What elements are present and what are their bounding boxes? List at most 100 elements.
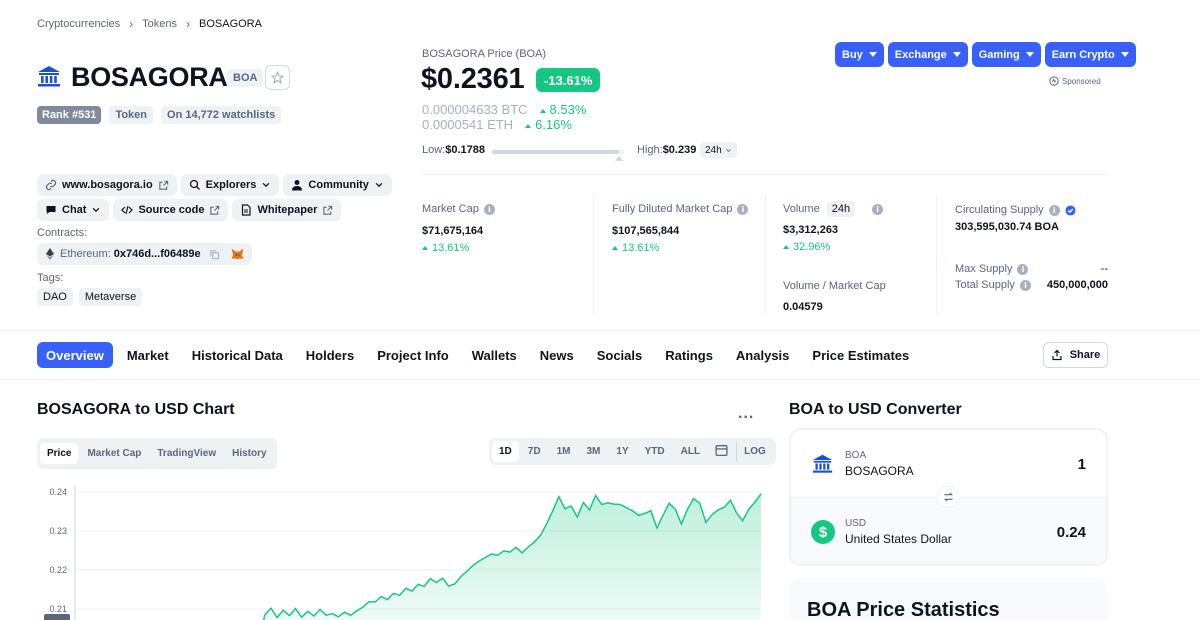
info-icon[interactable]: i [1017, 263, 1029, 275]
range-1y[interactable]: 1Y [609, 441, 635, 462]
chart-tab-price[interactable]: Price [40, 443, 79, 464]
range-period-dropdown[interactable]: 24h [700, 142, 737, 158]
exchange-button[interactable]: Exchange [887, 42, 968, 67]
circulating-supply-label-text: Circulating Supply [955, 204, 1044, 216]
swap-button[interactable] [937, 486, 959, 508]
metamask-fox-icon[interactable] [231, 248, 244, 260]
price-point [429, 578, 431, 580]
to-amount[interactable]: 0.24 [1057, 524, 1086, 541]
chart-tab-tradingview[interactable]: TradingView [150, 443, 223, 464]
community-label: Community [308, 179, 369, 191]
tab-historical-data[interactable]: Historical Data [183, 342, 292, 368]
volume-change: 32.96% [783, 241, 883, 253]
price-point [717, 509, 719, 511]
total-supply-label-text: Total Supply [955, 279, 1015, 291]
gaming-button[interactable]: Gaming [971, 42, 1041, 67]
price-point [374, 601, 376, 603]
price-point [288, 615, 290, 617]
chat-dropdown[interactable]: Chat [37, 199, 110, 221]
price-point [699, 502, 701, 504]
from-amount[interactable]: 1 [1078, 456, 1086, 473]
range-1d[interactable]: 1D [492, 441, 519, 462]
external-link-icon [323, 205, 333, 215]
chevron-right-icon: › [186, 17, 190, 31]
breadcrumb: Cryptocurrencies › Tokens › BOSAGORA [37, 17, 262, 31]
tab-overview[interactable]: Overview [37, 342, 113, 368]
breadcrumb-current: BOSAGORA [199, 18, 262, 30]
tag-chip[interactable]: DAO [37, 288, 73, 306]
source-code-link[interactable]: Source code [113, 199, 229, 221]
price-point [368, 601, 370, 603]
coin-logo [37, 64, 61, 88]
price-point [497, 554, 499, 556]
range-7d[interactable]: 7D [521, 441, 548, 462]
volume-period-badge[interactable]: 24h [826, 201, 856, 217]
price-area-fill [263, 494, 761, 620]
explorers-dropdown[interactable]: Explorers [180, 174, 280, 196]
whitepaper-link[interactable]: Whitepaper [232, 199, 342, 221]
breadcrumb-tokens[interactable]: Tokens [142, 18, 177, 30]
range-3m[interactable]: 3M [580, 441, 608, 462]
log-scale-button[interactable]: LOG [736, 441, 773, 462]
price-point [509, 551, 511, 553]
calendar-button[interactable] [709, 441, 734, 462]
info-icon[interactable]: i [737, 203, 749, 215]
price-change: -13.61% [544, 72, 593, 88]
chart-tab-history[interactable]: History [225, 443, 273, 464]
tab-analysis[interactable]: Analysis [727, 342, 798, 368]
tag-chip[interactable]: Metaverse [78, 288, 143, 306]
tab-wallets[interactable]: Wallets [463, 342, 526, 368]
tab-market[interactable]: Market [118, 342, 178, 368]
vol-mcap-value: 0.04579 [783, 301, 823, 313]
buy-button[interactable]: Buy [835, 42, 884, 67]
whitepaper-label: Whitepaper [257, 204, 318, 216]
price-point [484, 556, 486, 559]
price-point [656, 527, 658, 529]
range-1m[interactable]: 1M [550, 441, 578, 462]
tab-socials[interactable]: Socials [588, 342, 652, 368]
chevron-right-icon: › [129, 17, 134, 31]
tab-ratings[interactable]: Ratings [656, 342, 722, 368]
tab-project-info[interactable]: Project Info [368, 342, 458, 368]
info-icon[interactable]: i [1048, 204, 1060, 216]
price-point [356, 610, 358, 612]
y-tick-label: 0.22 [49, 565, 67, 575]
info-icon[interactable]: i [872, 203, 884, 215]
price-point [570, 505, 572, 507]
share-button[interactable]: Share [1043, 342, 1108, 368]
btc-price: 0.000004633 BTC [422, 102, 528, 117]
price-point [411, 590, 413, 592]
earn-crypto-button[interactable]: Earn Crypto [1044, 42, 1136, 67]
contract-pill[interactable]: Ethereum: 0x746d...f06489e [37, 243, 252, 265]
chevron-down-icon [375, 182, 383, 188]
price-point [533, 541, 535, 543]
chart-tab-market-cap[interactable]: Market Cap [80, 443, 148, 464]
to-name: United States Dollar [845, 532, 952, 546]
btc-change-value: 8.53% [549, 102, 587, 117]
tab-price-estimates[interactable]: Price Estimates [803, 342, 918, 368]
tab-holders[interactable]: Holders [297, 342, 363, 368]
price-point [601, 503, 603, 506]
price-chart[interactable]: 0.24 0.23 0.22 0.21 [37, 478, 763, 620]
chevron-down-icon [725, 148, 731, 152]
price-point [576, 516, 578, 518]
info-icon[interactable]: i [483, 203, 495, 215]
watchlist-star-button[interactable] [265, 65, 290, 90]
price-point [331, 613, 333, 615]
community-dropdown[interactable]: Community [283, 174, 392, 196]
earn-crypto-label: Earn Crypto [1051, 48, 1115, 61]
price-point [735, 512, 738, 514]
website-link[interactable]: www.bosagora.io [37, 174, 177, 196]
total-supply-value: 450,000,000 [1046, 279, 1108, 291]
fdmc-label-text: Fully Diluted Market Cap [612, 203, 733, 215]
copy-icon[interactable] [209, 249, 220, 260]
tab-news[interactable]: News [531, 342, 583, 368]
more-options-button[interactable]: ... [738, 405, 754, 423]
breadcrumb-cryptocurrencies[interactable]: Cryptocurrencies [37, 18, 120, 30]
range-ytd[interactable]: YTD [638, 441, 672, 462]
contract-address: 0x746d...f06489e [113, 248, 201, 260]
info-icon[interactable]: i [1019, 279, 1031, 291]
range-all[interactable]: ALL [674, 441, 707, 462]
fdmc-change-value: 13.61% [622, 242, 660, 254]
low-value: $0.1788 [445, 144, 486, 156]
